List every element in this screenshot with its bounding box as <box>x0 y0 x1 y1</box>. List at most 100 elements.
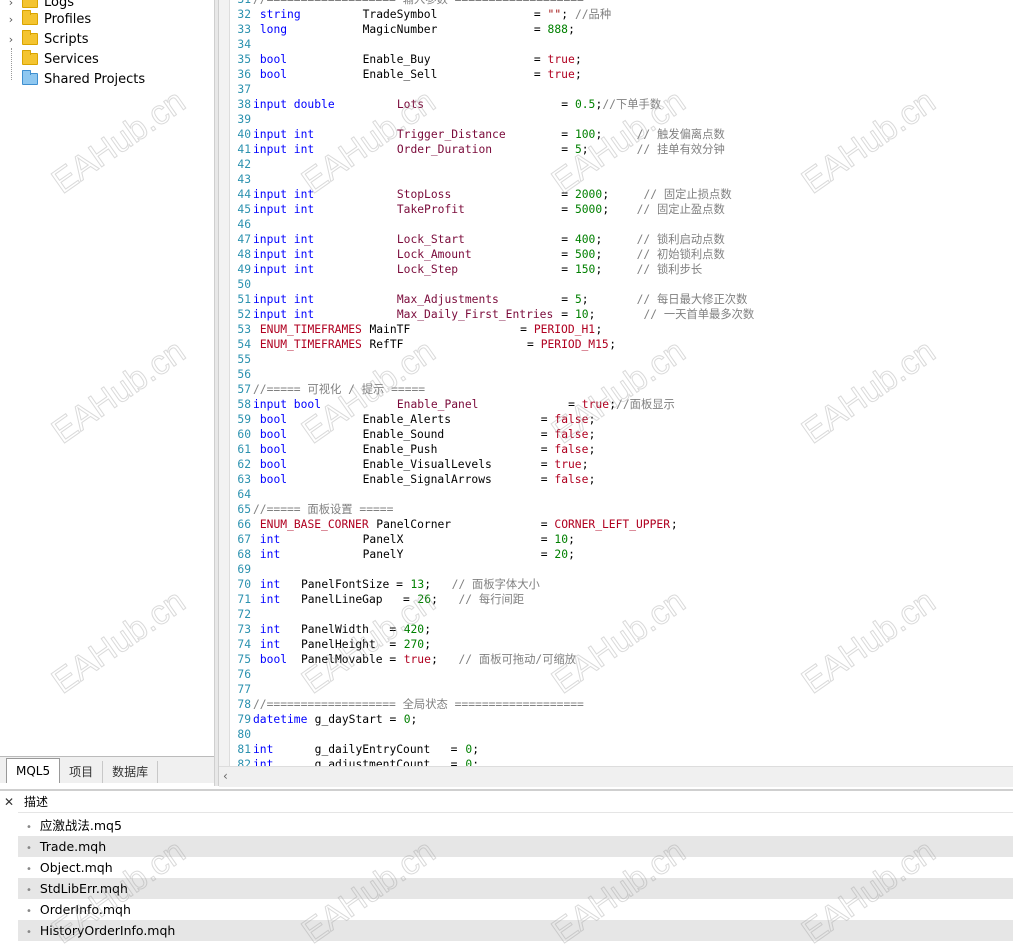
expand-arrow-icon[interactable]: › <box>6 33 16 46</box>
code-token: int <box>259 638 281 651</box>
code-line[interactable]: 72 <box>231 607 251 622</box>
code-line[interactable]: 32 string TradeSymbol = ""; //品种 <box>231 7 611 22</box>
code-line[interactable]: 65//===== 面板设置 ===== <box>231 502 393 517</box>
code-token: bool <box>259 473 288 486</box>
code-line[interactable]: 64 <box>231 487 251 502</box>
code-line[interactable]: 57//===== 可视化 / 提示 ===== <box>231 382 425 397</box>
file-list-item[interactable]: • Trade.mqh <box>18 836 1013 857</box>
code-line[interactable]: 63 bool Enable_SignalArrows = false; <box>231 472 595 487</box>
code-line[interactable]: 51 input int Max_Adjustments = 5; // 每日最大修正次数 <box>231 292 747 307</box>
line-number: 40 <box>237 128 251 141</box>
expand-arrow-icon[interactable]: › <box>6 13 16 26</box>
code-token: 150 <box>574 263 596 276</box>
code-line[interactable]: 42 <box>231 157 251 172</box>
code-token: ; <box>472 758 479 766</box>
code-line[interactable]: 36 bool Enable_Sell = true; <box>231 67 581 82</box>
code-line[interactable]: 34 <box>231 37 251 52</box>
code-token: PanelWidth = <box>300 623 403 636</box>
code-line[interactable]: 75 bool PanelMovable = true; // 面板可拖动/可缩放 <box>231 652 576 667</box>
column-header-description[interactable]: 描述 <box>18 791 1013 813</box>
code-line[interactable]: 43 <box>231 172 251 187</box>
code-line[interactable]: 74 int PanelHeight = 270; <box>231 637 431 652</box>
code-line[interactable]: 45 input int TakeProfit = 5000; // 固定止盈点数 <box>231 202 724 217</box>
code-line[interactable]: 81 int g_dailyEntryCount = 0; <box>231 742 479 757</box>
line-number: 46 <box>237 218 251 231</box>
code-line[interactable]: 71 int PanelLineGap = 26; // 每行间距 <box>231 592 524 607</box>
line-number: 32 <box>237 8 251 21</box>
code-line[interactable]: 79 datetime g_dayStart = 0; <box>231 712 417 727</box>
code-line[interactable]: 53 ENUM_TIMEFRAMES MainTF = PERIOD_H1; <box>231 322 602 337</box>
code-line[interactable]: 76 <box>231 667 251 682</box>
code-line[interactable]: 61 bool Enable_Push = false; <box>231 442 595 457</box>
code-line[interactable]: 41 input int Order_Duration = 5; // 挂单有效分钟 <box>231 142 724 157</box>
navigator-item-shared-projects[interactable]: Shared Projects <box>0 69 145 89</box>
code-token: ; <box>424 578 432 591</box>
code-token: = <box>561 188 569 201</box>
code-token: = <box>568 398 575 411</box>
navigator-item-scripts[interactable]: › Scripts <box>0 29 88 49</box>
code-token: = <box>533 68 541 81</box>
code-line[interactable]: 33 long MagicNumber = 888; <box>231 22 575 37</box>
navigator-item-profiles[interactable]: › Profiles <box>0 9 91 29</box>
code-line[interactable]: 58 input bool Enable_Panel = true;//面板显示 <box>231 397 674 412</box>
file-list-item[interactable]: • StdLibErr.mqh <box>18 878 1013 899</box>
horizontal-scrollbar[interactable]: ‹ <box>219 766 1013 787</box>
code-line[interactable]: 49 input int Lock_Step = 150; // 锁利步长 <box>231 262 702 277</box>
code-token: = <box>561 248 569 261</box>
code-line[interactable]: 68 int PanelY = 20; <box>231 547 575 562</box>
code-line[interactable]: 35 bool Enable_Buy = true; <box>231 52 581 67</box>
code-lines: 31//=================== 输入参数 ===========… <box>231 0 754 766</box>
scroll-left-icon[interactable]: ‹ <box>223 769 228 783</box>
tab-mql5[interactable]: MQL5 <box>6 758 61 783</box>
code-line[interactable]: 31//=================== 输入参数 ===========… <box>231 0 583 7</box>
code-token: datetime <box>253 713 308 726</box>
code-token: 0 <box>403 713 411 726</box>
code-line[interactable]: 59 bool Enable_Alerts = false; <box>231 412 595 427</box>
tab-project[interactable]: 项目 <box>60 761 104 783</box>
code-line[interactable]: 55 <box>231 352 251 367</box>
code-token: = <box>540 458 548 471</box>
code-line[interactable]: 69 <box>231 562 251 577</box>
code-token: true <box>581 398 610 411</box>
code-line[interactable]: 67 int PanelX = 10; <box>231 532 575 547</box>
code-token: true <box>554 458 582 471</box>
close-icon[interactable]: ✕ <box>4 795 14 809</box>
bullet-icon: • <box>26 885 32 896</box>
code-line[interactable]: 44 input int StopLoss = 2000; // 固定止损点数 <box>231 187 731 202</box>
code-line[interactable]: 70 int PanelFontSize = 13; // 面板字体大小 <box>231 577 539 592</box>
code-line[interactable]: 46 <box>231 217 251 232</box>
code-token: = <box>561 98 569 111</box>
code-token: int <box>259 623 281 636</box>
code-editor[interactable]: 31//=================== 输入参数 ===========… <box>219 0 1013 766</box>
navigator-item-services[interactable]: Services <box>0 49 99 69</box>
file-list-item[interactable]: • HistoryOrderInfo.mqh <box>18 920 1013 941</box>
code-line[interactable]: 80 <box>231 727 251 742</box>
code-token: = <box>540 443 548 456</box>
code-token: TradeSymbol <box>362 8 438 21</box>
code-line[interactable]: 66 ENUM_BASE_CORNER PanelCorner = CORNER_LEF… <box>231 517 677 532</box>
code-line[interactable]: 39 <box>231 112 251 127</box>
file-list-item[interactable]: • Object.mqh <box>18 857 1013 878</box>
file-list-item[interactable]: • 应激战法.mq5 <box>18 815 1013 836</box>
code-line[interactable]: 78//=================== 全局状态 ===========… <box>231 697 583 712</box>
code-line[interactable]: 56 <box>231 367 251 382</box>
code-line[interactable]: 60 bool Enable_Sound = false; <box>231 427 595 442</box>
code-line[interactable]: 54 ENUM_TIMEFRAMES RefTF = PERIOD_M15; <box>231 337 616 352</box>
file-list-item[interactable]: • OrderInfo.mqh <box>18 899 1013 920</box>
code-line[interactable]: 47 input int Lock_Start = 400; // 锁利启动点数 <box>231 232 724 247</box>
code-token: = <box>561 128 569 141</box>
code-line[interactable]: 38 input double Lots = 0.5;//下单手数 <box>231 97 661 112</box>
tab-database[interactable]: 数据库 <box>103 761 159 783</box>
code-line[interactable]: 40 input int Trigger_Distance = 100; // 触发偏离点… <box>231 127 724 142</box>
expand-arrow-icon[interactable]: › <box>6 0 16 9</box>
code-line[interactable]: 77 <box>231 682 251 697</box>
code-line[interactable]: 62 bool Enable_VisualLevels = true; <box>231 457 588 472</box>
code-line[interactable]: 52 input int Max_Daily_First_Entries = 10; //… <box>231 307 754 322</box>
code-token: ; <box>581 458 589 471</box>
code-line[interactable]: 82 int g_adjustmentCount = 0; <box>231 757 479 766</box>
code-line[interactable]: 48 input int Lock_Amount = 500; // 初始锁利点数 <box>231 247 724 262</box>
code-line[interactable]: 37 <box>231 82 251 97</box>
code-line[interactable]: 73 int PanelWidth = 420; <box>231 622 431 637</box>
code-token: "" <box>547 8 562 21</box>
code-line[interactable]: 50 <box>231 277 251 292</box>
